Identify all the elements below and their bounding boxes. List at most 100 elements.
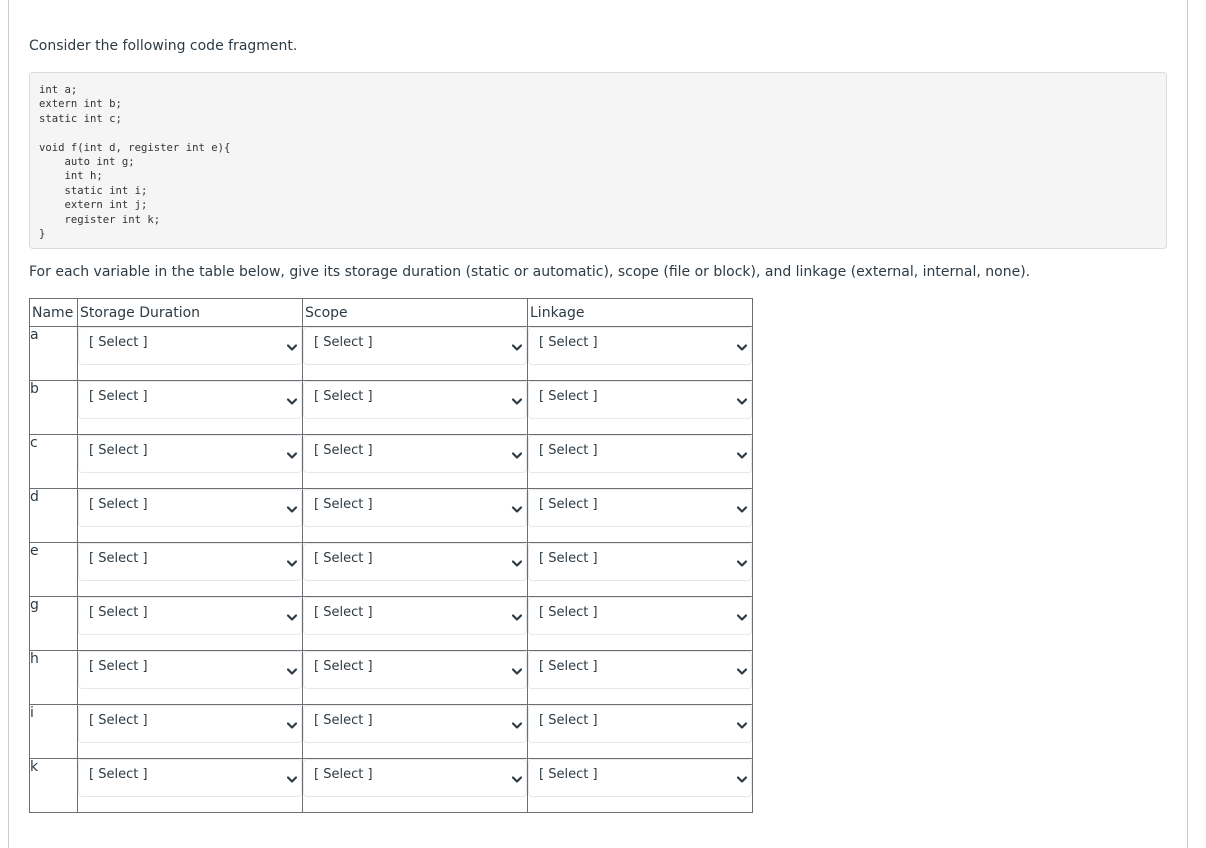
scope-select[interactable]: [ Select ] [303, 759, 527, 797]
code-block: int a; extern int b; static int c; void … [29, 72, 1167, 249]
linkage-select[interactable]: [ Select ] [528, 327, 752, 365]
chevron-down-icon [286, 449, 298, 459]
storage-duration-select-value: [ Select ] [89, 713, 148, 728]
scope-cell: [ Select ] [302, 596, 528, 651]
header-storage-duration: Storage Duration [77, 298, 303, 327]
linkage-select-value: [ Select ] [539, 443, 598, 458]
chevron-down-icon [511, 665, 523, 675]
table-row: c [ Select ] [ Select ] [ Select ] [29, 434, 753, 489]
storage-duration-select[interactable]: [ Select ] [78, 597, 302, 635]
chevron-down-icon [736, 665, 748, 675]
chevron-down-icon [286, 395, 298, 405]
linkage-select[interactable]: [ Select ] [528, 435, 752, 473]
linkage-cell: [ Select ] [527, 434, 753, 489]
linkage-select-value: [ Select ] [539, 767, 598, 782]
scope-select[interactable]: [ Select ] [303, 705, 527, 743]
linkage-cell: [ Select ] [527, 758, 753, 813]
scope-select[interactable]: [ Select ] [303, 489, 527, 527]
scope-select-value: [ Select ] [314, 767, 373, 782]
scope-select[interactable]: [ Select ] [303, 651, 527, 689]
chevron-down-icon [511, 611, 523, 621]
storage-duration-select[interactable]: [ Select ] [78, 705, 302, 743]
table-header-row: Name Storage Duration Scope Linkage [29, 298, 753, 327]
answer-table-body: a [ Select ] [ Select ] [ Select ] b [ Select… [29, 326, 753, 813]
chevron-down-icon [736, 395, 748, 405]
chevron-down-icon [736, 611, 748, 621]
table-row: i [ Select ] [ Select ] [ Select ] [29, 704, 753, 759]
table-row: g [ Select ] [ Select ] [ Select ] [29, 596, 753, 651]
scope-select[interactable]: [ Select ] [303, 381, 527, 419]
scope-select-value: [ Select ] [314, 659, 373, 674]
linkage-cell: [ Select ] [527, 326, 753, 381]
table-row: a [ Select ] [ Select ] [ Select ] [29, 326, 753, 381]
linkage-select[interactable]: [ Select ] [528, 651, 752, 689]
scope-select[interactable]: [ Select ] [303, 597, 527, 635]
linkage-select[interactable]: [ Select ] [528, 705, 752, 743]
linkage-select-value: [ Select ] [539, 497, 598, 512]
storage-duration-select[interactable]: [ Select ] [78, 759, 302, 797]
scope-select-value: [ Select ] [314, 551, 373, 566]
scope-cell: [ Select ] [302, 434, 528, 489]
storage-duration-select[interactable]: [ Select ] [78, 651, 302, 689]
linkage-cell: [ Select ] [527, 650, 753, 705]
scope-cell: [ Select ] [302, 488, 528, 543]
storage-duration-cell: [ Select ] [77, 326, 303, 381]
scope-select-value: [ Select ] [314, 713, 373, 728]
variable-name-cell: i [29, 704, 78, 759]
chevron-down-icon [511, 503, 523, 513]
storage-duration-select-value: [ Select ] [89, 497, 148, 512]
chevron-down-icon [286, 773, 298, 783]
chevron-down-icon [511, 449, 523, 459]
variable-name: d [30, 489, 39, 505]
variable-name: k [30, 759, 39, 775]
storage-duration-cell: [ Select ] [77, 380, 303, 435]
storage-duration-select-value: [ Select ] [89, 605, 148, 620]
storage-duration-select[interactable]: [ Select ] [78, 381, 302, 419]
answer-table: Name Storage Duration Scope Linkage a [ S… [29, 298, 753, 813]
question-instructions: For each variable in the table below, gi… [29, 264, 1031, 280]
storage-duration-cell: [ Select ] [77, 488, 303, 543]
scope-cell: [ Select ] [302, 380, 528, 435]
storage-duration-select[interactable]: [ Select ] [78, 489, 302, 527]
chevron-down-icon [736, 341, 748, 351]
linkage-select[interactable]: [ Select ] [528, 543, 752, 581]
chevron-down-icon [511, 341, 523, 351]
scope-select[interactable]: [ Select ] [303, 435, 527, 473]
scope-select-value: [ Select ] [314, 605, 373, 620]
variable-name-cell: d [29, 488, 78, 543]
table-row: k [ Select ] [ Select ] [ Select ] [29, 758, 753, 813]
variable-name-cell: h [29, 650, 78, 705]
header-scope: Scope [302, 298, 528, 327]
variable-name: b [30, 381, 39, 397]
storage-duration-cell: [ Select ] [77, 704, 303, 759]
variable-name-cell: e [29, 542, 78, 597]
header-linkage: Linkage [527, 298, 753, 327]
storage-duration-select-value: [ Select ] [89, 659, 148, 674]
storage-duration-select[interactable]: [ Select ] [78, 327, 302, 365]
linkage-select-value: [ Select ] [539, 551, 598, 566]
storage-duration-select-value: [ Select ] [89, 443, 148, 458]
linkage-select[interactable]: [ Select ] [528, 597, 752, 635]
scope-select-value: [ Select ] [314, 497, 373, 512]
chevron-down-icon [286, 557, 298, 567]
chevron-down-icon [511, 557, 523, 567]
storage-duration-select[interactable]: [ Select ] [78, 435, 302, 473]
variable-name: a [30, 327, 39, 343]
variable-name-cell: c [29, 434, 78, 489]
linkage-select-value: [ Select ] [539, 659, 598, 674]
chevron-down-icon [736, 773, 748, 783]
variable-name-cell: k [29, 758, 78, 813]
variable-name: c [30, 435, 38, 451]
scope-select[interactable]: [ Select ] [303, 327, 527, 365]
question-intro: Consider the following code fragment. [29, 38, 298, 54]
variable-name-cell: g [29, 596, 78, 651]
scope-cell: [ Select ] [302, 758, 528, 813]
storage-duration-cell: [ Select ] [77, 650, 303, 705]
linkage-select[interactable]: [ Select ] [528, 381, 752, 419]
variable-name: h [30, 651, 39, 667]
linkage-select-value: [ Select ] [539, 605, 598, 620]
linkage-select[interactable]: [ Select ] [528, 759, 752, 797]
linkage-select[interactable]: [ Select ] [528, 489, 752, 527]
storage-duration-select[interactable]: [ Select ] [78, 543, 302, 581]
scope-select[interactable]: [ Select ] [303, 543, 527, 581]
